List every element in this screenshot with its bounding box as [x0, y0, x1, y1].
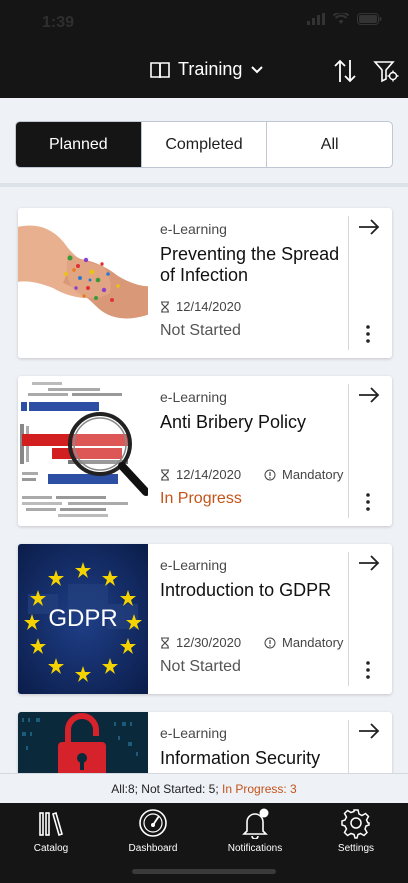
training-dropdown[interactable]: Training [150, 59, 264, 80]
mandatory-badge: Mandatory [264, 467, 343, 482]
due-date-text: 12/30/2020 [176, 635, 242, 650]
hourglass-icon [161, 468, 169, 481]
wifi-icon [333, 13, 349, 24]
gdpr-eu-flag-image: GDPR [18, 544, 148, 694]
status-time: 1:39 [42, 14, 75, 31]
filter-settings-icon[interactable] [373, 59, 399, 83]
segment-planned[interactable]: Planned [16, 122, 142, 167]
tab-settings[interactable]: Settings [306, 807, 406, 854]
handshake-germs-image [18, 208, 148, 358]
signal-icon [307, 13, 325, 25]
course-card[interactable]: e-Learning Anti Bribery Policy 12/14/202… [18, 376, 392, 526]
course-card[interactable]: e-Learning Preventing the Spread of Infe… [18, 208, 392, 358]
status-icons [307, 13, 382, 25]
more-options-icon[interactable] [364, 492, 372, 512]
tab-notifications-label: Notifications [227, 843, 283, 854]
course-title: Preventing the Spread of Infection [160, 244, 340, 285]
segment-all[interactable]: All [267, 122, 392, 167]
summary-counts: All:8; Not Started: 5; [111, 781, 219, 796]
course-type: e-Learning [160, 389, 227, 405]
arrow-right-icon[interactable] [358, 554, 380, 572]
course-type: e-Learning [160, 221, 227, 237]
due-date: 12/30/2020 [160, 635, 241, 650]
card-divider [348, 552, 349, 686]
more-options-icon[interactable] [364, 324, 372, 344]
mandatory-text: Mandatory [282, 467, 344, 482]
course-type: e-Learning [160, 725, 227, 741]
tab-catalog-label: Catalog [33, 843, 69, 854]
anti-corruption-wordcloud-image [18, 376, 148, 526]
summary-bar: All:8; Not Started: 5; In Progress: 3 [0, 773, 408, 803]
tab-catalog[interactable]: Catalog [1, 807, 101, 854]
course-type: e-Learning [160, 557, 227, 573]
course-status: In Progress [160, 490, 242, 507]
hourglass-icon [161, 300, 169, 313]
svg-text:GDPR: GDPR [48, 605, 117, 632]
status-segmented-control: Planned Completed All [15, 121, 393, 168]
battery-icon [357, 13, 382, 25]
due-date-text: 12/14/2020 [176, 299, 242, 314]
arrow-right-icon[interactable] [358, 218, 380, 236]
mandatory-text: Mandatory [282, 635, 344, 650]
tab-settings-label: Settings [337, 843, 375, 854]
chevron-down-icon [251, 65, 264, 73]
card-divider [348, 216, 349, 350]
dashboard-gauge-icon [139, 809, 167, 837]
arrow-right-icon[interactable] [358, 722, 380, 740]
tab-notifications[interactable]: Notifications [205, 807, 305, 854]
page-title: Training [178, 59, 243, 79]
arrow-right-icon[interactable] [358, 386, 380, 404]
book-icon [150, 61, 170, 78]
gear-icon [341, 809, 370, 839]
app-header: 1:39 Training [0, 0, 408, 98]
more-options-icon[interactable] [364, 660, 372, 680]
catalog-books-icon [39, 811, 63, 837]
section-divider [0, 183, 408, 187]
mandatory-badge: Mandatory [264, 635, 343, 650]
course-title: Introduction to GDPR [160, 580, 332, 600]
tab-dashboard[interactable]: Dashboard [103, 807, 203, 854]
card-divider [348, 384, 349, 518]
course-card[interactable]: GDPR e-Learning Introduction to GDPR 12/… [18, 544, 392, 694]
summary-in-progress: In Progress: 3 [222, 781, 297, 796]
course-title: Information Security [160, 748, 321, 768]
course-title: Anti Bribery Policy [160, 412, 307, 432]
segment-completed[interactable]: Completed [142, 122, 268, 167]
course-status: Not Started [160, 658, 241, 675]
home-indicator [132, 869, 276, 874]
due-date-text: 12/14/2020 [176, 467, 242, 482]
bell-icon [242, 808, 269, 839]
due-date: 12/14/2020 [160, 467, 241, 482]
due-date: 12/14/2020 [160, 299, 241, 314]
tab-dashboard-label: Dashboard [128, 843, 178, 854]
sort-arrows-icon[interactable] [333, 58, 357, 84]
info-circle-icon [264, 469, 276, 480]
info-circle-icon [264, 637, 276, 648]
course-status: Not Started [160, 322, 241, 339]
hourglass-icon [161, 636, 169, 649]
